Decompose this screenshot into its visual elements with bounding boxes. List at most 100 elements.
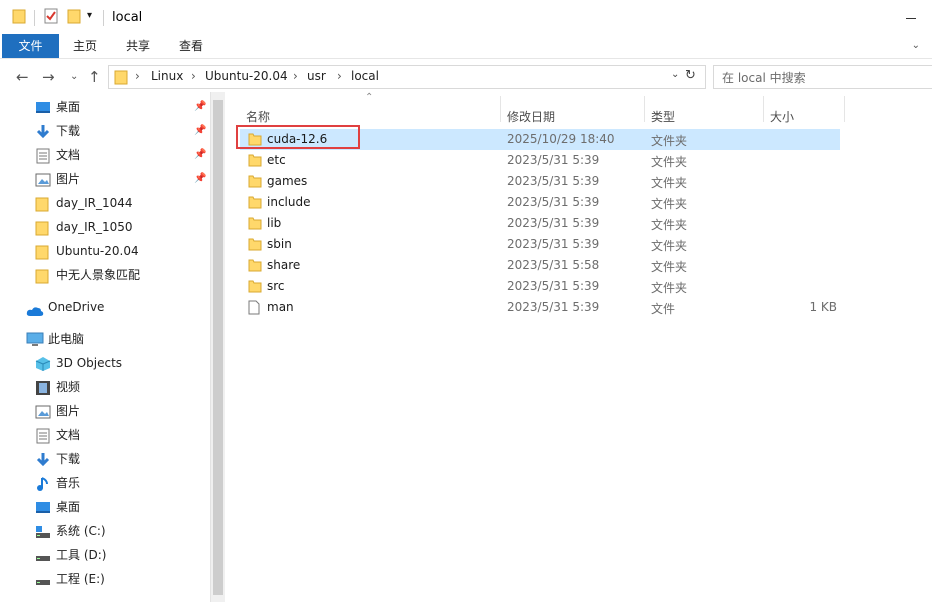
tab-file[interactable]: 文件	[2, 34, 59, 58]
file-size: 1 KB	[809, 300, 837, 314]
breadcrumb-chevron-icon[interactable]: ›	[135, 69, 140, 83]
nav-item-label: 工具 (D:)	[56, 548, 107, 562]
breadcrumb-chevron-icon[interactable]: ›	[337, 69, 342, 83]
file-name: src	[267, 279, 285, 293]
pin-icon[interactable]: 📌	[194, 96, 206, 118]
nav-item-label: 工程 (E:)	[56, 572, 105, 586]
file-type: 文件夹	[651, 155, 688, 169]
properties-icon[interactable]	[44, 8, 58, 27]
search-input[interactable]: 在 local 中搜索	[713, 65, 932, 89]
document-icon	[35, 148, 51, 171]
column-header-type[interactable]: 类型	[651, 108, 675, 125]
file-type: 文件夹	[651, 239, 688, 253]
file-type: 文件	[651, 302, 676, 316]
column-divider[interactable]	[763, 96, 764, 122]
recent-locations-dropdown-icon[interactable]: ⌄	[70, 71, 78, 82]
pin-icon[interactable]: 📌	[194, 144, 206, 166]
address-bar[interactable]: › Linux › Ubuntu-20.04 › usr › local ⌄ ↻	[108, 65, 706, 89]
file-row[interactable]: sbin 2023/5/31 5:39 文件夹	[240, 234, 840, 255]
3d-objects-icon	[35, 356, 51, 379]
video-icon	[35, 380, 51, 403]
file-row[interactable]: man 2023/5/31 5:39 文件 1 KB	[240, 297, 840, 318]
file-date: 2023/5/31 5:39	[507, 174, 600, 188]
folder-icon	[35, 244, 49, 267]
breadcrumb-chevron-icon[interactable]: ›	[293, 69, 298, 83]
nav-item-label: day_IR_1044	[56, 196, 133, 210]
file-icon	[248, 300, 260, 318]
folder-icon	[248, 153, 262, 170]
file-type: 文件夹	[651, 134, 688, 148]
download-icon	[35, 452, 51, 475]
scrollbar-thumb[interactable]	[213, 100, 223, 595]
breadcrumb-item[interactable]: Linux	[151, 69, 183, 83]
navigation-pane: 桌面 📌 下载 📌 文档 📌 图片 📌 day_IR_1044 day_IR_1…	[0, 92, 210, 602]
folder-icon	[35, 268, 49, 291]
picture-icon	[35, 404, 51, 426]
breadcrumb-item[interactable]: Ubuntu-20.04	[205, 69, 288, 83]
folder-icon	[114, 69, 128, 88]
file-row[interactable]: src 2023/5/31 5:39 文件夹	[240, 276, 840, 297]
file-date: 2023/5/31 5:39	[507, 153, 600, 167]
nav-item-label: 音乐	[56, 476, 81, 490]
file-row[interactable]: include 2023/5/31 5:39 文件夹	[240, 192, 840, 213]
file-row[interactable]: lib 2023/5/31 5:39 文件夹	[240, 213, 840, 234]
desktop-icon	[35, 500, 51, 522]
quick-access-dropdown-icon[interactable]: ▾	[87, 10, 92, 21]
file-date: 2023/5/31 5:39	[507, 195, 600, 209]
file-date: 2023/5/31 5:39	[507, 300, 600, 314]
nav-item-label: 下载	[56, 452, 81, 466]
file-name: man	[267, 300, 294, 314]
computer-icon	[26, 332, 44, 354]
file-type: 文件夹	[651, 218, 688, 232]
nav-item-label: 下载	[56, 124, 81, 138]
pin-icon[interactable]: 📌	[194, 168, 206, 190]
breadcrumb-chevron-icon[interactable]: ›	[191, 69, 196, 83]
pin-icon[interactable]: 📌	[194, 120, 206, 142]
file-date: 2023/5/31 5:39	[507, 216, 600, 230]
tab-view[interactable]: 查看	[168, 34, 214, 58]
column-header-name[interactable]: 名称	[246, 108, 270, 125]
drive-icon	[35, 548, 51, 570]
file-type: 文件夹	[651, 281, 688, 295]
nav-item-label: day_IR_1050	[56, 220, 133, 234]
file-name: lib	[267, 216, 282, 230]
nav-item-label: 文档	[56, 148, 81, 162]
folder-icon	[12, 8, 26, 27]
breadcrumb-item[interactable]: usr	[307, 69, 326, 83]
new-folder-icon[interactable]	[67, 8, 81, 27]
music-icon	[35, 476, 51, 499]
highlight-annotation	[236, 125, 360, 149]
up-button[interactable]: ↑	[88, 68, 101, 86]
minimize-button[interactable]	[906, 18, 916, 19]
file-row[interactable]: share 2023/5/31 5:58 文件夹	[240, 255, 840, 276]
file-row[interactable]: games 2023/5/31 5:39 文件夹	[240, 171, 840, 192]
file-row[interactable]: etc 2023/5/31 5:39 文件夹	[240, 150, 840, 171]
folder-icon	[248, 216, 262, 233]
column-divider[interactable]	[844, 96, 845, 122]
drive-icon	[35, 572, 51, 594]
column-header-date[interactable]: 修改日期	[507, 108, 555, 125]
column-divider[interactable]	[500, 96, 501, 122]
ribbon: 文件 主页 共享 查看 ⌄	[0, 34, 932, 59]
file-type: 文件夹	[651, 260, 688, 274]
nav-item-label: 图片	[56, 172, 81, 186]
refresh-icon[interactable]: ↻	[685, 68, 696, 83]
search-placeholder: 在 local 中搜索	[722, 71, 806, 85]
expand-ribbon-icon[interactable]: ⌄	[912, 40, 920, 51]
folder-icon	[35, 220, 49, 243]
nav-item-label: 桌面	[56, 100, 81, 114]
tab-share[interactable]: 共享	[115, 34, 161, 58]
nav-item-label: 此电脑	[48, 332, 85, 346]
file-name: sbin	[267, 237, 292, 251]
desktop-icon	[35, 100, 51, 122]
nav-scrollbar[interactable]	[210, 92, 225, 602]
forward-button[interactable]: →	[42, 68, 55, 86]
title-bar: ▾ local	[0, 0, 932, 34]
breadcrumb-item[interactable]: local	[351, 69, 379, 83]
tab-home[interactable]: 主页	[62, 34, 108, 58]
column-divider[interactable]	[644, 96, 645, 122]
column-header-size[interactable]: 大小	[770, 108, 794, 125]
address-dropdown-icon[interactable]: ⌄	[671, 69, 679, 80]
nav-item-label: 桌面	[56, 500, 81, 514]
back-button[interactable]: ←	[16, 68, 29, 86]
